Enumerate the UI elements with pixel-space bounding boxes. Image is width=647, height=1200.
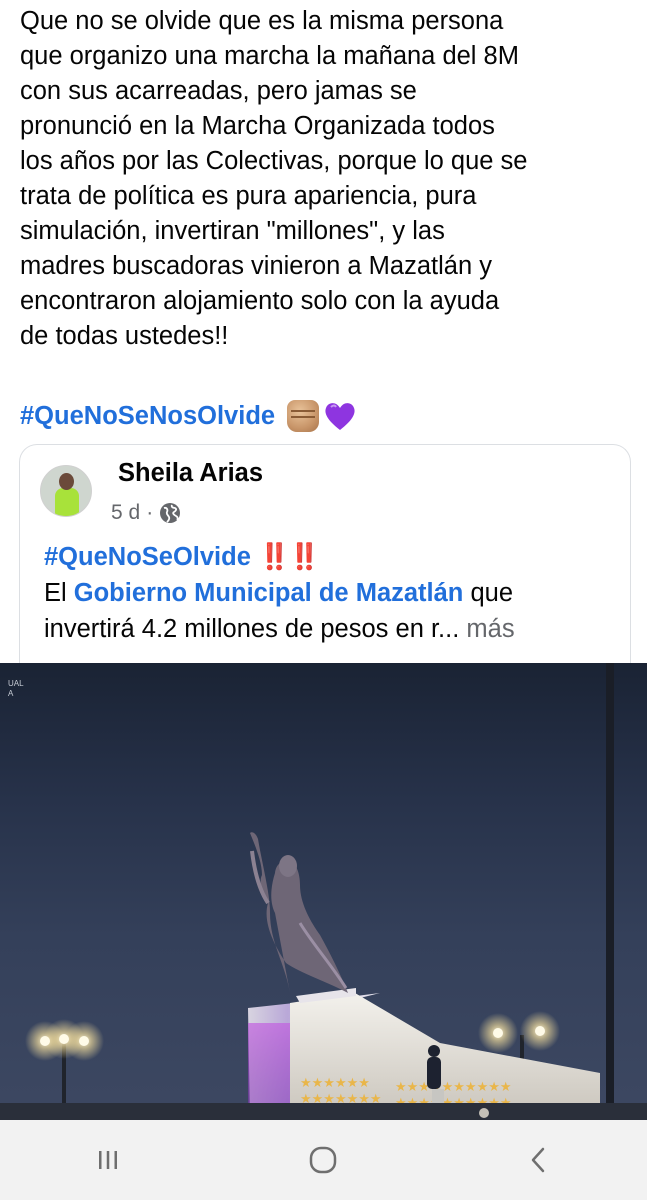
see-more-link[interactable]: más <box>466 615 514 643</box>
post-line: pronunció en la Marcha Organizada todos <box>20 112 495 140</box>
double-exclamation-icon: ‼️‼️ <box>258 543 320 571</box>
recent-apps-icon <box>98 1151 117 1169</box>
post-hashtag-link[interactable]: #QueNoSeNosOlvide <box>20 402 275 431</box>
shared-post-meta: 5 d · <box>111 501 181 525</box>
post-line: que organizo una marcha la mañana del 8M <box>20 42 519 70</box>
post-line: encontraron alojamiento solo con la ayud… <box>20 287 500 315</box>
shared-hashtag-link[interactable]: #QueNoSeOlvide <box>44 543 251 571</box>
post-line: con sus acarreadas, pero jamas se <box>20 77 417 105</box>
svg-text:★★★★★★★★★★: ★★★★★★★★★★ <box>395 1080 512 1095</box>
post-line: Que no se olvide que es la misma persona <box>20 7 504 35</box>
post-line: madres buscadoras vinieron a Mazatlán y <box>20 252 492 280</box>
shared-text-suffix: que <box>463 579 514 607</box>
recent-apps-button[interactable] <box>78 1130 138 1190</box>
shared-text-prefix: El <box>44 579 74 607</box>
system-nav-bar <box>0 1120 647 1200</box>
globe-icon <box>160 503 181 523</box>
home-button[interactable] <box>293 1130 353 1190</box>
post-line: simulación, invertiran "millones", y las <box>20 217 445 245</box>
hashtag-row: #QueNoSeNosOlvide <box>20 396 357 436</box>
post-line: los años por las Colectivas, porque lo q… <box>20 147 528 175</box>
post-line: de todas ustedes!! <box>20 322 229 350</box>
shared-post-body: #QueNoSeOlvide ‼️‼️ El Gobierno Municipal… <box>44 539 614 647</box>
post-line: trata de política es pura apariencia, pu… <box>20 182 477 210</box>
home-icon <box>310 1146 337 1174</box>
post-body: Que no se olvide que es la misma persona… <box>20 4 635 354</box>
page-mention-link[interactable]: Gobierno Municipal de Mazatlán <box>74 579 464 607</box>
avatar[interactable] <box>40 465 92 517</box>
shared-post-author[interactable]: Sheila Arias <box>118 459 263 488</box>
raised-fist-icon <box>287 400 320 432</box>
post-time[interactable]: 5 d <box>111 501 140 525</box>
svg-text:★★★★★★: ★★★★★★ <box>300 1076 370 1091</box>
meta-separator: · <box>146 501 154 524</box>
back-button[interactable] <box>509 1130 569 1190</box>
shared-text-line: invertirá 4.2 millones de pesos en r... <box>44 615 460 643</box>
post-image[interactable]: UAL A ★★★★★★ ★★★★★★★★★★ ★★★★★★★ <box>0 663 647 1120</box>
back-icon <box>531 1147 545 1173</box>
monument-illustration: ★★★★★★ ★★★★★★★★★★ ★★★★★★★ ★★★★★★★★★★ <box>0 663 647 1120</box>
shared-post-card[interactable]: Sheila Arias 5 d · #QueNoSeOlvide ‼️‼️ El… <box>19 444 631 665</box>
purple-heart-icon <box>323 400 357 432</box>
